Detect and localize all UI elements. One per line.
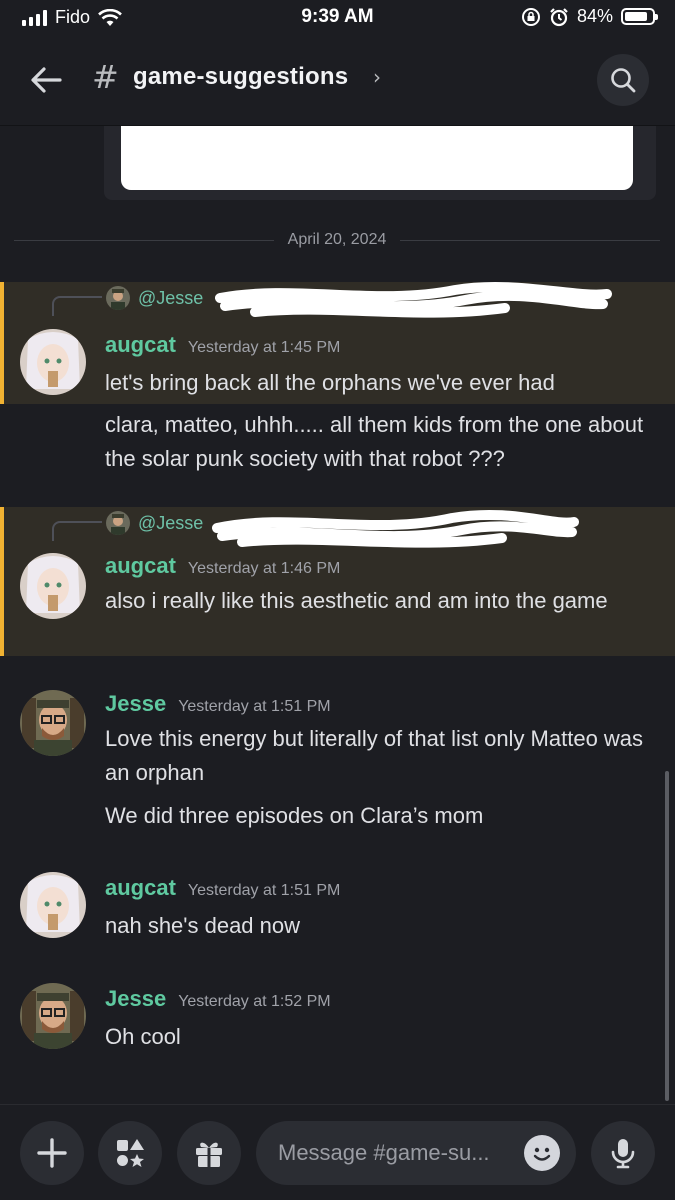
avatar [106,286,130,310]
timestamp: Yesterday at 1:51 PM [178,698,331,715]
embed-preview-card[interactable] [121,126,633,190]
message-header: Jesse Yesterday at 1:51 PM [105,691,331,717]
date-divider-label: April 20, 2024 [287,231,387,248]
timestamp: Yesterday at 1:52 PM [178,993,331,1010]
timestamp: Yesterday at 1:46 PM [187,560,341,577]
reply-author[interactable]: @Jesse [138,288,203,309]
back-button[interactable] [26,60,66,100]
reply-reference[interactable]: @Jesse [106,286,203,310]
author-name[interactable]: augcat [105,875,176,901]
avatar[interactable] [20,872,86,938]
avatar[interactable] [20,553,86,619]
emoji-button[interactable] [524,1135,560,1171]
timestamp: Yesterday at 1:51 PM [187,882,341,899]
gift-button[interactable] [177,1121,241,1185]
microphone-icon [611,1139,635,1169]
message-header: Jesse Yesterday at 1:52 PM [105,986,331,1012]
message-composer: Message #game-su... [0,1104,675,1200]
reply-connector [52,296,102,316]
avatar[interactable] [20,983,86,1049]
reply-connector [52,521,102,541]
apps-icon [117,1139,144,1167]
author-name[interactable]: augcat [105,332,176,358]
search-button[interactable] [597,54,649,106]
message-header: augcat Yesterday at 1:51 PM [105,875,340,901]
message-text[interactable]: clara, matteo, uhhh..... all them kids f… [105,408,660,476]
message-input-placeholder: Message #game-su... [278,1140,490,1165]
redaction-scribble [212,509,579,548]
avatar[interactable] [20,690,86,756]
scrollbar[interactable] [665,771,669,1101]
message-text[interactable]: let's bring back all the orphans we've e… [105,366,660,400]
alarm-icon [550,7,568,26]
link-embed[interactable] [104,126,656,200]
channel-header: # game-suggestions › [0,36,675,126]
status-bar: Fido 9:39 AM 84% [0,0,675,36]
avatar[interactable] [20,329,86,395]
avatar [106,511,130,535]
voice-message-button[interactable] [591,1121,655,1185]
author-name[interactable]: Jesse [105,691,166,717]
message-text[interactable]: Oh cool [105,1020,660,1054]
apps-button[interactable] [98,1121,162,1185]
message-input[interactable]: Message #game-su... [256,1121,576,1185]
search-icon [611,68,636,93]
author-name[interactable]: Jesse [105,986,166,1012]
channel-hash-icon: # [92,58,119,96]
battery-percent: 84% [576,6,613,26]
chevron-right-icon[interactable]: › [373,65,381,89]
message-text[interactable]: also i really like this aesthetic and am… [105,584,660,618]
rotation-lock-icon [521,7,540,26]
author-name[interactable]: augcat [105,553,176,579]
reply-reference[interactable]: @Jesse [106,511,203,535]
redaction-scribble [215,281,612,318]
message-header: augcat Yesterday at 1:46 PM [105,553,340,579]
plus-icon [37,1138,67,1168]
arrow-left-icon [31,67,62,93]
channel-title[interactable]: game-suggestions [133,63,348,91]
message-text[interactable]: We did three episodes on Clara’s mom [105,799,660,833]
message-text[interactable]: nah she's dead now [105,909,660,943]
message-header: augcat Yesterday at 1:45 PM [105,332,340,358]
timestamp: Yesterday at 1:45 PM [187,339,341,356]
message-text[interactable]: Love this energy but literally of that l… [105,722,660,790]
reply-author[interactable]: @Jesse [138,513,203,534]
emoji-icon [533,1147,551,1161]
date-divider: April 20, 2024 [14,228,661,252]
message-list[interactable]: April 20, 2024 @Jesse augcat Yesterday a… [0,126,675,1104]
gift-icon [196,1142,222,1167]
battery-icon [621,8,658,25]
add-attachment-button[interactable] [20,1121,84,1185]
